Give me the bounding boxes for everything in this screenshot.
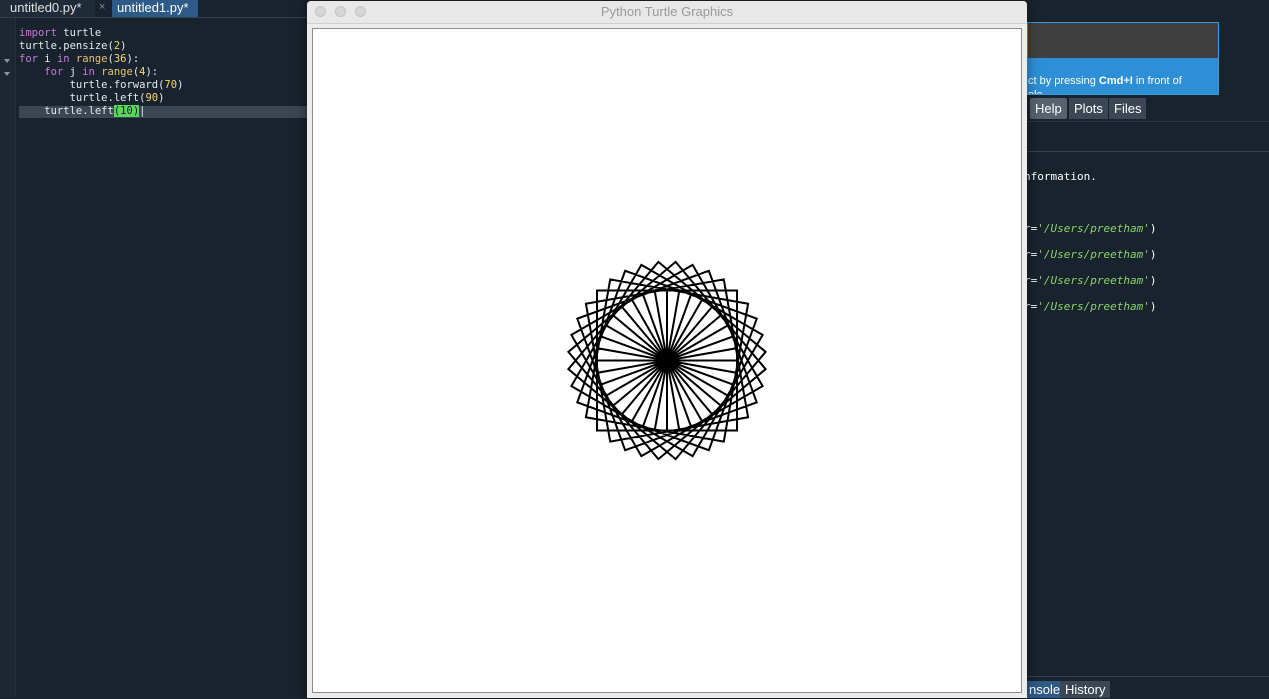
bottom-tab-divider: [1027, 676, 1269, 677]
fold-arrow-icon[interactable]: [4, 72, 10, 76]
code-token: ): [158, 92, 165, 104]
code-token: 10: [120, 105, 133, 117]
console-path-string: '/Users/preetham': [1037, 274, 1150, 287]
tab-files[interactable]: Files: [1109, 98, 1147, 119]
code-token: in: [82, 66, 95, 78]
code-token: turtle.left(: [19, 92, 146, 104]
tab-plots[interactable]: Plots: [1069, 98, 1108, 119]
console-text: ): [1149, 274, 1157, 287]
code-token: import: [19, 27, 57, 39]
help-hint-text: ct by pressing Cmd+I in front of ole: [1028, 75, 1182, 95]
turtle-path: [566, 260, 768, 461]
console-toolbar-divider: [1027, 151, 1269, 152]
console-text: ): [1149, 222, 1157, 235]
code-token: i: [37, 53, 57, 65]
window-title-bar[interactable]: Python Turtle Graphics: [307, 1, 1027, 24]
code-token: |: [139, 105, 146, 117]
help-info-panel: ct by pressing Cmd+I in front of ole: [1027, 22, 1219, 95]
code-line[interactable]: import turtle: [19, 27, 101, 40]
code-token: 70: [164, 79, 178, 91]
code-line[interactable]: for i in range(36):: [19, 53, 139, 66]
code-token: turtle.left: [19, 105, 114, 117]
console-info-line: nformation.: [1024, 170, 1097, 183]
code-token: for: [44, 66, 64, 78]
close-tab-icon[interactable]: ×: [99, 0, 105, 15]
turtle-drawing: [566, 260, 768, 461]
code-token: for: [19, 53, 38, 65]
help-panel-header: [1028, 23, 1218, 58]
console-path-string: '/Users/preetham': [1037, 300, 1150, 313]
code-token: 90: [145, 92, 159, 104]
window-title: Python Turtle Graphics: [600, 4, 734, 19]
code-line[interactable]: turtle.forward(70): [19, 79, 184, 92]
console-path-string: '/Users/preetham': [1037, 222, 1150, 235]
code-token: j: [63, 66, 83, 78]
code-token: ):: [126, 53, 140, 65]
console-runfile-line: r='/Users/preetham'): [1024, 222, 1156, 236]
pane-divider: [1027, 121, 1269, 122]
code-token: ): [177, 79, 184, 91]
code-token: 36: [113, 53, 127, 65]
console-runfile-line: r='/Users/preetham'): [1024, 248, 1156, 262]
console-path-string: '/Users/preetham': [1037, 248, 1150, 261]
code-token: in: [56, 53, 70, 65]
editor-tab-bar: untitled0.py* × untitled1.py*: [0, 0, 330, 18]
tab-help[interactable]: Help: [1030, 98, 1067, 119]
code-token: turtle.forward(: [19, 79, 165, 91]
console-runfile-line: r='/Users/preetham'): [1024, 300, 1156, 314]
code-token: ):: [145, 66, 159, 78]
tab-untitled0[interactable]: untitled0.py*: [0, 0, 95, 17]
turtle-canvas[interactable]: [312, 28, 1022, 693]
code-line[interactable]: turtle.pensize(2): [19, 40, 126, 53]
console-text: ): [1149, 300, 1157, 313]
turtle-graphics-window[interactable]: Python Turtle Graphics: [307, 1, 1027, 698]
code-line[interactable]: for j in range(4):: [19, 66, 158, 79]
tab-console[interactable]: nsole: [1024, 681, 1066, 698]
code-line[interactable]: turtle.left(90): [19, 92, 165, 105]
console-runfile-line: r='/Users/preetham'): [1024, 274, 1156, 288]
fold-arrow-icon[interactable]: [4, 59, 10, 63]
tab-untitled1[interactable]: untitled1.py*: [112, 0, 198, 17]
code-token: turtle.pensize(: [19, 40, 114, 52]
code-line[interactable]: turtle.left(10)|: [19, 105, 145, 118]
code-token: range: [75, 53, 108, 65]
tab-divider: [0, 17, 330, 18]
editor-gutter: [0, 18, 16, 698]
code-token: turtle: [56, 27, 102, 39]
code-token: range: [101, 66, 133, 78]
tab-history[interactable]: History: [1060, 681, 1111, 698]
console-text: ): [1149, 248, 1157, 261]
code-token: ): [120, 40, 127, 52]
